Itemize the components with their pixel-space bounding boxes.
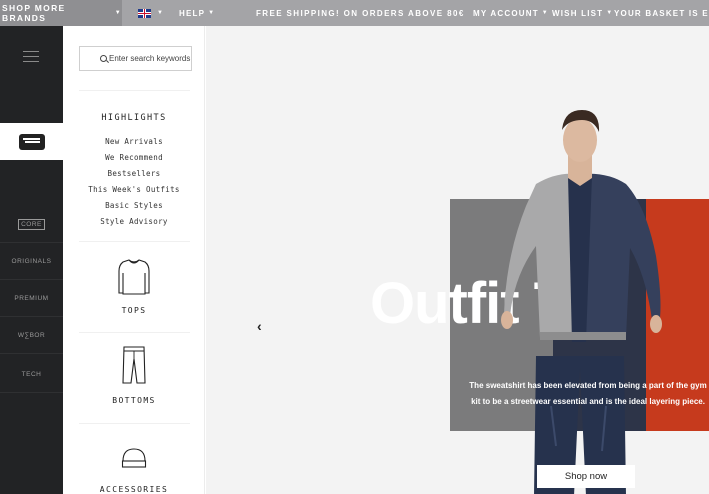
uk-flag-icon (138, 8, 151, 18)
highlights-list: New Arrivals We Recommend Bestsellers Th… (63, 134, 205, 230)
category-tops[interactable]: TOPS (63, 257, 205, 315)
rail-brand-webor[interactable]: W∑BOR (0, 317, 63, 354)
brand-home-tab[interactable] (0, 123, 63, 160)
rail-brand-premium[interactable]: PREMIUM (0, 280, 63, 317)
search-input[interactable] (109, 54, 191, 63)
category-label: ACCESSORIES (99, 485, 169, 494)
shop-now-button[interactable]: Shop now (537, 465, 635, 488)
my-account-menu[interactable]: MY ACCOUNT ▼ (473, 0, 549, 26)
highlight-style-advisory[interactable]: Style Advisory (63, 214, 205, 230)
wish-list-label: WISH LIST (552, 8, 604, 18)
model-image (501, 110, 662, 494)
beanie-icon (121, 448, 147, 468)
divider (79, 241, 190, 242)
help-menu[interactable]: HELP ▼ (179, 0, 215, 26)
hero-banner: Outfit Th The sweatshirt has been elevat… (206, 26, 709, 494)
webor-brand-logo: W∑BOR (17, 331, 46, 339)
highlights-heading: HIGHLIGHTS (101, 113, 167, 123)
top-bar: SHOP MORE BRANDS ▼ ▼ HELP ▼ FREE SHIPPIN… (0, 0, 709, 26)
shop-more-brands-label: SHOP MORE BRANDS (2, 3, 66, 23)
divider (79, 332, 190, 333)
category-accessories[interactable]: ACCESSORIES (63, 447, 205, 494)
rail-brand-originals[interactable]: ORIGINALS (0, 243, 63, 280)
brand-logo-icon (18, 133, 45, 150)
wish-list-menu[interactable]: WISH LIST ▼ (552, 0, 613, 26)
category-bottoms[interactable]: BOTTOMS (63, 345, 205, 405)
highlight-new-arrivals[interactable]: New Arrivals (63, 134, 205, 150)
chevron-down-icon: ▼ (606, 10, 614, 16)
divider (79, 423, 190, 424)
trousers-icon (122, 346, 146, 384)
highlight-we-recommend[interactable]: We Recommend (63, 150, 205, 166)
search-icon[interactable] (100, 55, 107, 62)
shop-more-brands-dropdown[interactable]: SHOP MORE BRANDS ▼ (0, 0, 122, 26)
help-label: HELP (179, 8, 206, 18)
search-box[interactable] (79, 46, 192, 71)
chevron-down-icon: ▼ (157, 10, 165, 16)
rail-brand-core[interactable]: CORE (0, 206, 63, 243)
premium-brand-logo: PREMIUM (14, 294, 49, 302)
side-menu-panel: HIGHLIGHTS New Arrivals We Recommend Bes… (63, 26, 205, 494)
chevron-left-icon[interactable]: ‹ (257, 318, 262, 334)
my-account-label: MY ACCOUNT (473, 8, 539, 18)
basket-link[interactable]: YOUR BASKET IS EM (614, 0, 709, 26)
category-label: TOPS (121, 306, 147, 315)
chevron-down-icon: ▼ (114, 10, 122, 16)
category-label: BOTTOMS (112, 396, 156, 405)
hamburger-menu-icon[interactable] (23, 51, 39, 62)
chevron-down-icon: ▼ (208, 10, 216, 16)
brand-rail: CORE ORIGINALS PREMIUM W∑BOR TECH (0, 26, 63, 494)
core-brand-logo: CORE (18, 218, 45, 230)
sweater-icon (118, 259, 150, 295)
tech-brand-logo: TECH (21, 370, 42, 378)
highlight-bestsellers[interactable]: Bestsellers (63, 166, 205, 182)
divider (79, 90, 190, 91)
hero-caption: The sweatshirt has been elevated from be… (469, 381, 707, 406)
rail-brand-tech[interactable]: TECH (0, 356, 63, 393)
highlight-this-weeks-outfits[interactable]: This Week's Outfits (63, 182, 205, 198)
language-selector[interactable]: ▼ (138, 0, 164, 26)
originals-brand-logo: ORIGINALS (11, 257, 52, 265)
chevron-down-icon: ▼ (541, 10, 549, 16)
highlight-basic-styles[interactable]: Basic Styles (63, 198, 205, 214)
free-shipping-banner: FREE SHIPPING! ON ORDERS ABOVE 80€ (256, 8, 465, 18)
